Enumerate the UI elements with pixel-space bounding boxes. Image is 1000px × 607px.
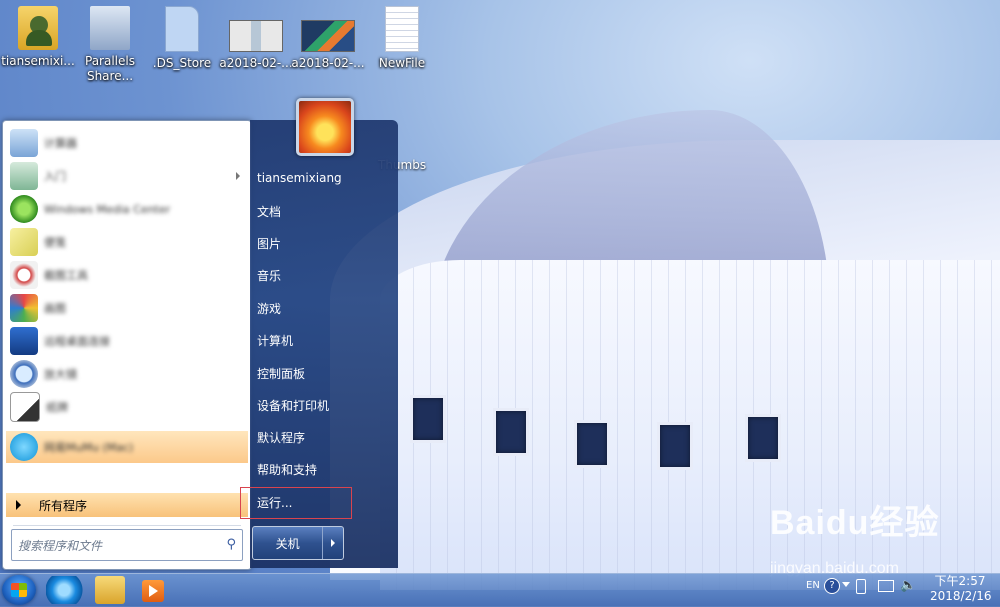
wallpaper-window — [657, 422, 693, 470]
file-icon — [165, 6, 199, 52]
search-placeholder: 搜索程序和文件 — [18, 538, 103, 553]
program-item-snipping-tool[interactable]: 截图工具 — [6, 259, 248, 291]
mumu-icon — [10, 433, 38, 461]
desktop-icon-parallels-shared[interactable]: Parallels Share... — [72, 6, 148, 84]
program-item-magnifier[interactable]: 放大镜 — [6, 358, 248, 390]
network-icon[interactable] — [878, 580, 894, 592]
desktop-icon-label: .DS_Store — [152, 56, 212, 70]
wallpaper-window — [410, 395, 446, 443]
wallpaper-window — [574, 420, 610, 468]
network-drive-icon — [90, 6, 130, 50]
program-label: 便笺 — [44, 236, 66, 249]
getting-started-icon — [10, 162, 38, 190]
program-item-paint[interactable]: 画图 — [6, 292, 248, 324]
all-programs-button[interactable]: 所有程序 — [6, 493, 248, 517]
shutdown-options-button[interactable] — [323, 527, 343, 559]
solitaire-icon — [10, 392, 40, 422]
clock-time: 下午2:57 — [934, 574, 986, 588]
remote-desktop-icon — [10, 327, 38, 355]
snipping-tool-icon — [10, 261, 38, 289]
menu-item-documents[interactable]: 文档 — [257, 203, 281, 220]
paint-icon — [10, 294, 38, 322]
start-button[interactable] — [2, 575, 36, 605]
sticky-notes-icon — [10, 228, 38, 256]
desktop-icon-label: NewFile — [378, 56, 426, 70]
start-menu-programs-pane: 计算器 入门 Windows Media Center 便笺 截图工具 画图 远… — [2, 120, 252, 570]
tray-expand-icon[interactable] — [842, 582, 850, 587]
desktop-icon-label: tiansemixi... — [1, 54, 75, 68]
desktop-icon-ds-store[interactable]: .DS_Store — [144, 6, 220, 71]
program-item-getting-started[interactable]: 入门 — [6, 160, 248, 192]
menu-item-devices-printers[interactable]: 设备和打印机 — [257, 397, 329, 414]
chevron-right-icon — [331, 539, 336, 547]
internet-explorer-icon[interactable] — [46, 576, 86, 604]
shutdown-button-group: 关机 — [252, 526, 344, 560]
media-center-icon — [10, 195, 38, 223]
expand-arrow-icon — [16, 500, 21, 510]
program-item-mumu[interactable]: 网易MuMu (Mac) — [6, 431, 248, 463]
user-folder-icon — [18, 6, 58, 50]
program-label: 画图 — [44, 302, 66, 315]
program-label: 网易MuMu (Mac) — [44, 441, 134, 454]
program-label: 纸牌 — [46, 401, 68, 414]
program-label: Windows Media Center — [44, 202, 171, 216]
wallpaper-window — [745, 414, 781, 462]
all-programs-label: 所有程序 — [39, 498, 88, 513]
menu-item-help-support[interactable]: 帮助和支持 — [257, 461, 317, 478]
program-item-sticky-notes[interactable]: 便笺 — [6, 226, 248, 258]
program-label: 截图工具 — [44, 269, 88, 282]
program-item-media-center[interactable]: Windows Media Center — [6, 193, 248, 225]
windows-explorer-icon[interactable] — [95, 576, 125, 604]
image-thumbnail-icon — [301, 20, 355, 52]
program-item-solitaire[interactable]: 纸牌 — [6, 391, 248, 423]
volume-icon[interactable]: 🔈 — [900, 578, 916, 593]
submenu-arrow-icon — [236, 172, 240, 180]
magnifier-icon — [10, 360, 38, 388]
search-icon[interactable]: ⚲ — [226, 537, 236, 552]
run-highlight-box — [240, 487, 352, 519]
program-item-calculator[interactable]: 计算器 — [6, 127, 248, 159]
menu-item-control-panel[interactable]: 控制面板 — [257, 365, 305, 382]
menu-item-pictures[interactable]: 图片 — [257, 235, 281, 252]
clock-date: 2018/2/16 — [930, 589, 992, 603]
help-icon[interactable]: ? — [824, 578, 840, 594]
windows-logo-icon — [11, 583, 27, 597]
desktop-icon-label: a2018-02-... — [219, 56, 293, 70]
wallpaper-window — [493, 408, 529, 456]
desktop-icon-screenshot-2[interactable]: a2018-02-... — [290, 6, 366, 71]
desktop-icon-user-folder[interactable]: tiansemixi... — [0, 6, 76, 69]
desktop-icon-screenshot-1[interactable]: a2018-02-... — [218, 6, 294, 71]
media-player-icon[interactable] — [142, 580, 164, 602]
program-label: 计算器 — [44, 137, 77, 150]
user-avatar[interactable] — [296, 98, 354, 156]
text-file-icon — [385, 6, 419, 52]
image-thumbnail-icon — [229, 20, 283, 52]
program-item-remote-desktop[interactable]: 远程桌面连接 — [6, 325, 248, 357]
system-clock[interactable]: 下午2:57 2018/2/16 — [930, 574, 992, 604]
desktop-icon-label: a2018-02-... — [291, 56, 365, 70]
desktop-icon-label: Parallels Share... — [85, 54, 135, 83]
shutdown-button[interactable]: 关机 — [253, 527, 324, 559]
menu-item-games[interactable]: 游戏 — [257, 300, 281, 317]
search-input[interactable]: 搜索程序和文件 ⚲ — [11, 529, 243, 561]
baidu-watermark: Baidu经验 — [770, 504, 940, 542]
program-label: 入门 — [44, 170, 66, 183]
divider — [13, 525, 241, 526]
program-label: 远程桌面连接 — [44, 335, 110, 348]
user-name-link[interactable]: tiansemixiang — [257, 171, 342, 185]
battery-icon[interactable] — [856, 579, 866, 594]
program-label: 放大镜 — [44, 368, 77, 381]
language-indicator[interactable]: EN — [806, 580, 820, 591]
calculator-icon — [10, 129, 38, 157]
menu-item-computer[interactable]: 计算机 — [257, 332, 293, 349]
menu-item-default-programs[interactable]: 默认程序 — [257, 429, 305, 446]
menu-item-music[interactable]: 音乐 — [257, 267, 281, 284]
desktop-icon-newfile[interactable]: NewFile — [364, 6, 440, 71]
